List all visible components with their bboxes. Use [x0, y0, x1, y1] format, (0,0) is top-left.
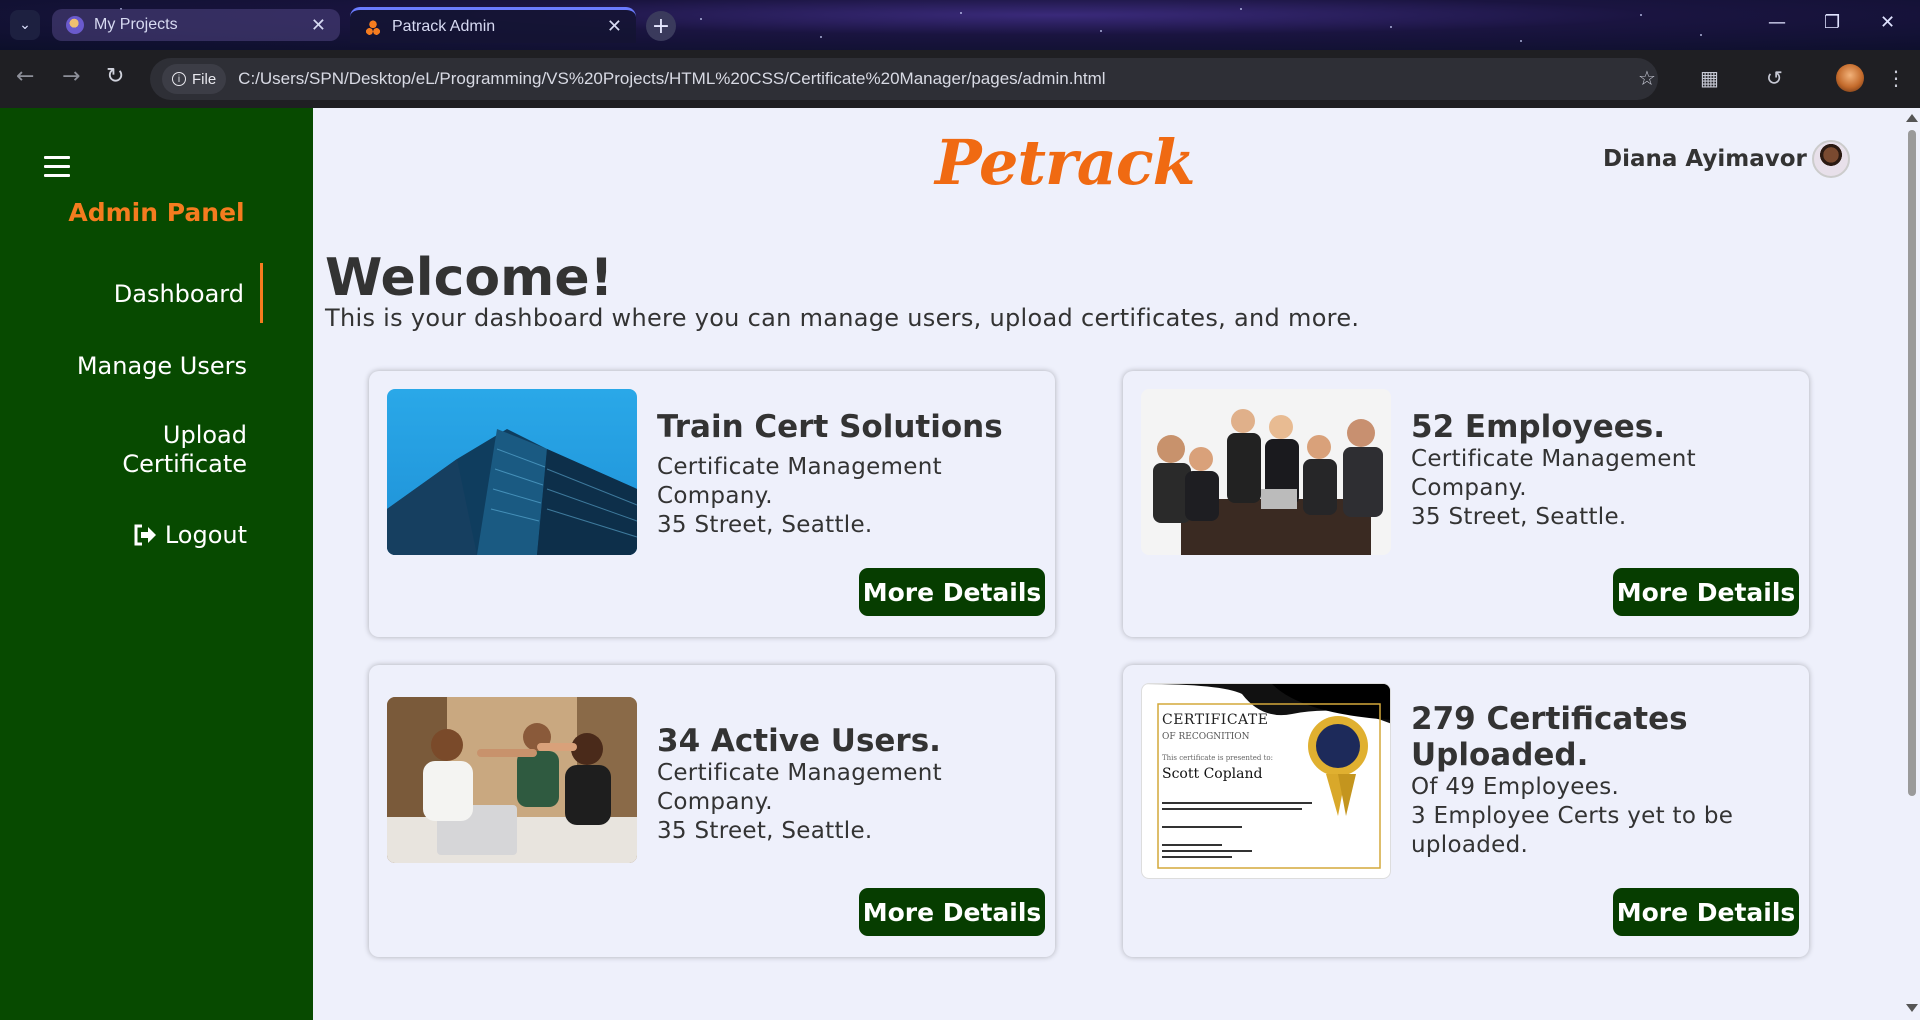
star-decoration	[820, 36, 822, 38]
url-text[interactable]: C:/Users/SPN/Desktop/eL/Programming/VS%2…	[238, 69, 1105, 89]
business-meeting-image	[1141, 389, 1391, 555]
browser-toolbar: ← → ↻ i File C:/Users/SPN/Desktop/eL/Pro…	[0, 50, 1920, 108]
card-line: Company.	[657, 789, 773, 815]
card-line: Company.	[657, 483, 773, 509]
sidebar: Admin Panel Dashboard Manage Users Uploa…	[0, 108, 313, 1020]
history-icon[interactable]: ↺	[1766, 66, 1783, 90]
bookmark-star-icon[interactable]: ☆	[1638, 66, 1656, 90]
sidebar-item-manage-users[interactable]: Manage Users	[77, 352, 247, 381]
star-decoration	[1100, 30, 1102, 32]
certificates-card: CERTIFICATE OF RECOGNITION This certific…	[1123, 665, 1809, 957]
page-title: Welcome!	[325, 248, 614, 308]
card-line: Certificate Management	[1411, 446, 1696, 472]
star-decoration	[1390, 26, 1392, 28]
more-details-button[interactable]: More Details	[859, 888, 1045, 936]
card-title: 279 Certificates	[1411, 701, 1688, 737]
close-icon[interactable]: ✕	[607, 16, 622, 37]
tab-patrack-admin[interactable]: Patrack Admin ✕	[350, 7, 636, 43]
star-decoration	[1700, 34, 1702, 36]
card-title: 52 Employees.	[1411, 409, 1666, 445]
logout-icon	[133, 524, 157, 546]
sidebar-item-dashboard[interactable]: Dashboard	[114, 280, 244, 309]
admin-panel-title: Admin Panel	[68, 198, 245, 227]
chip-label: File	[192, 70, 217, 88]
star-decoration	[1640, 14, 1642, 16]
card-line: Of 49 Employees.	[1411, 774, 1620, 800]
card-line: Certificate Management	[657, 760, 942, 786]
close-window-icon[interactable]: ✕	[1880, 12, 1895, 33]
company-card: Train Cert Solutions Certificate Managem…	[369, 371, 1055, 637]
new-tab-button[interactable]: +	[646, 11, 676, 41]
sidebar-item-label: Certificate	[122, 450, 247, 478]
close-icon[interactable]: ✕	[311, 15, 326, 36]
high-five-image	[387, 697, 637, 863]
star-decoration	[960, 12, 962, 14]
address-bar[interactable]: i File C:/Users/SPN/Desktop/eL/Programmi…	[150, 58, 1658, 100]
forward-icon[interactable]: →	[62, 64, 80, 89]
card-line: Company.	[1411, 475, 1527, 501]
card-line: 35 Street, Seattle.	[657, 818, 873, 844]
more-details-button[interactable]: More Details	[1613, 568, 1799, 616]
certificate-heading: CERTIFICATE	[1162, 712, 1269, 728]
info-icon: i	[172, 72, 186, 86]
sidebar-item-logout[interactable]: Logout	[133, 521, 247, 550]
office-building-image	[387, 389, 637, 555]
employees-card: 52 Employees. Certificate Management Com…	[1123, 371, 1809, 637]
card-line: 35 Street, Seattle.	[1411, 504, 1627, 530]
tab-title: Patrack Admin	[392, 17, 496, 35]
page-subtitle: This is your dashboard where you can man…	[325, 304, 1360, 332]
tab-title: My Projects	[94, 16, 178, 33]
card-line: uploaded.	[1411, 832, 1529, 858]
people-favicon-icon	[364, 17, 382, 36]
certificate-presented: This certificate is presented to:	[1162, 754, 1273, 762]
card-line: Certificate Management	[657, 454, 942, 480]
star-decoration	[700, 18, 702, 20]
star-decoration	[1520, 40, 1522, 42]
extensions-icon[interactable]: ▦	[1700, 66, 1719, 90]
active-indicator	[260, 263, 263, 323]
tab-search-button[interactable]: ⌄	[10, 10, 40, 40]
hamburger-menu-icon[interactable]	[44, 156, 70, 183]
scroll-up-icon[interactable]	[1906, 114, 1918, 122]
card-title: Train Cert Solutions	[657, 409, 1003, 445]
sidebar-item-upload-certificate[interactable]: Upload Certificate	[122, 421, 247, 479]
minimize-icon[interactable]: —	[1768, 12, 1786, 33]
card-title: 34 Active Users.	[657, 723, 941, 759]
tab-my-projects[interactable]: My Projects ✕	[52, 9, 340, 41]
star-decoration	[1240, 8, 1242, 10]
reload-icon[interactable]: ↻	[106, 64, 124, 89]
card-title: Uploaded.	[1411, 737, 1589, 773]
page-scrollbar[interactable]	[1903, 108, 1920, 1020]
card-line: 35 Street, Seattle.	[657, 512, 873, 538]
browser-tab-strip: ⌄ My Projects ✕ Patrack Admin ✕ + — ❐ ✕	[0, 0, 1920, 50]
menu-icon[interactable]: ⋮	[1886, 66, 1906, 90]
chevron-down-icon: ⌄	[19, 17, 31, 33]
active-users-card: 34 Active Users. Certificate Management …	[369, 665, 1055, 957]
brand-logo: Petrack	[935, 126, 1196, 199]
back-icon[interactable]: ←	[16, 64, 34, 89]
more-details-button[interactable]: More Details	[1613, 888, 1799, 936]
card-line: 3 Employee Certs yet to be	[1411, 803, 1734, 829]
sidebar-item-label: Upload	[162, 421, 247, 449]
globe-favicon-icon	[66, 16, 84, 34]
certificate-image: CERTIFICATE OF RECOGNITION This certific…	[1141, 683, 1391, 879]
restore-icon[interactable]: ❐	[1824, 12, 1840, 33]
profile-avatar[interactable]	[1836, 64, 1864, 92]
user-name: Diana Ayimavor	[1603, 146, 1807, 172]
sidebar-item-label: Logout	[164, 521, 247, 549]
main-content: Petrack Diana Ayimavor Welcome! This is …	[313, 108, 1900, 1020]
scroll-thumb[interactable]	[1908, 130, 1916, 796]
more-details-button[interactable]: More Details	[859, 568, 1045, 616]
certificate-subheading: OF RECOGNITION	[1162, 732, 1250, 742]
user-avatar[interactable]	[1812, 140, 1850, 178]
certificate-recipient: Scott Copland	[1162, 766, 1263, 782]
scroll-down-icon[interactable]	[1906, 1004, 1918, 1012]
site-info-chip[interactable]: i File	[162, 64, 227, 94]
